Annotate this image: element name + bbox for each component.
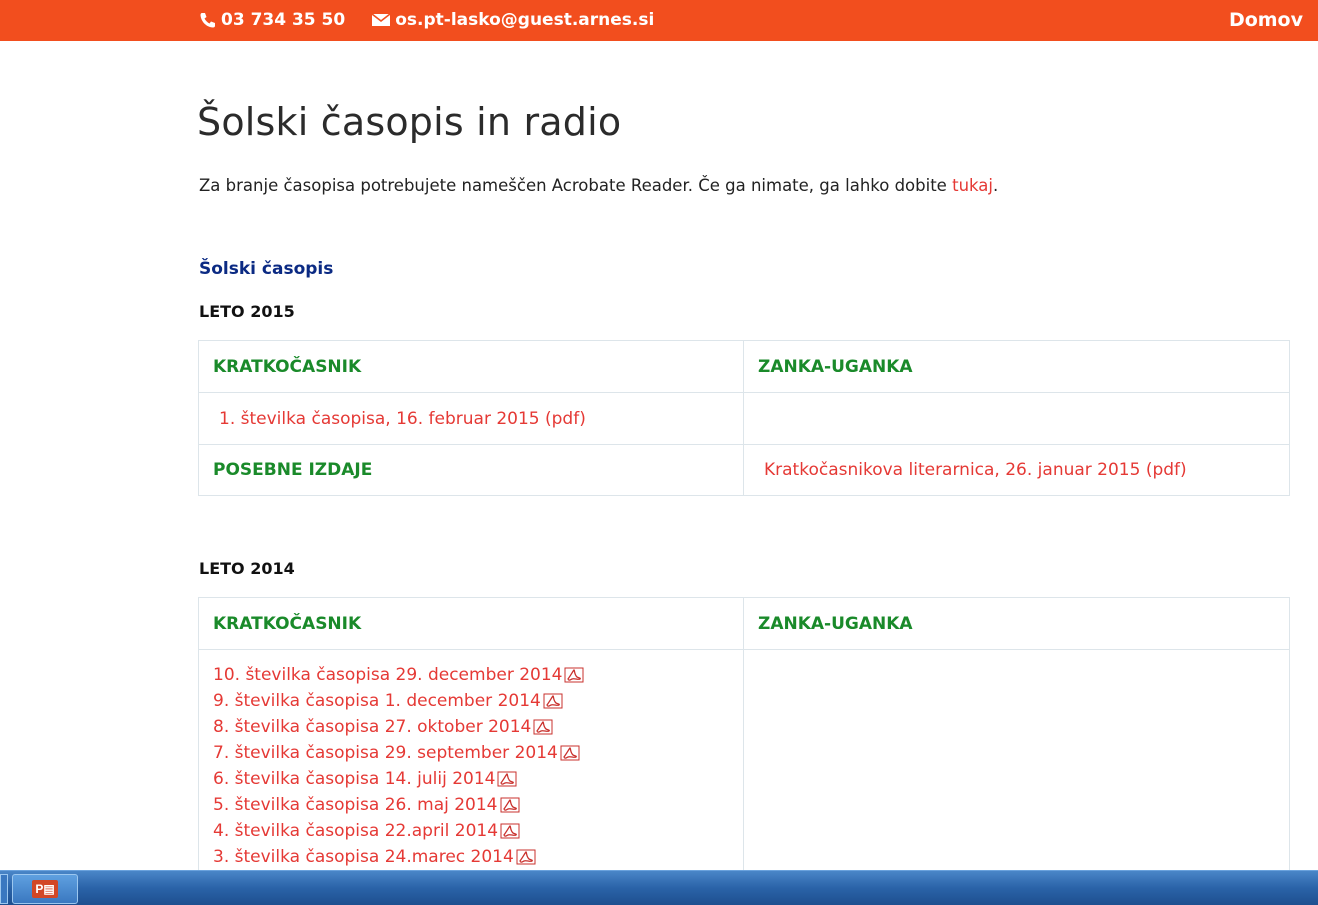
pdf-icon[interactable] [560, 745, 580, 761]
issue-link[interactable]: 5. številka časopisa 26. maj 2014 [213, 795, 498, 815]
issue-link[interactable]: 6. številka časopisa 14. julij 2014 [213, 769, 495, 789]
header-zanka-uganka: ZANKA-UGANKA [743, 597, 1290, 650]
issue-link[interactable]: 8. številka časopisa 27. oktober 2014 [213, 717, 531, 737]
nav-home-link[interactable]: Domov [1229, 9, 1303, 31]
header-posebne-izdaje: POSEBNE IZDAJE [198, 444, 744, 496]
page-title: Šolski časopis in radio [197, 100, 622, 144]
list-item: 6. številka časopisa 14. julij 2014 [213, 766, 729, 792]
year-2014-label: LETO 2014 [199, 559, 295, 578]
intro-paragraph: Za branje časopisa potrebujete nameščen … [199, 176, 998, 195]
powerpoint-icon: P ▤ [32, 880, 58, 898]
intro-text: Za branje časopisa potrebujete nameščen … [199, 176, 953, 195]
table-cell: Kratkočasnikova literarnica, 26. januar … [743, 444, 1290, 496]
pdf-icon[interactable] [543, 693, 563, 709]
table-row: KRATKOČASNIK ZANKA-UGANKA [198, 597, 1290, 650]
phone-number: 03 734 35 50 [221, 10, 346, 30]
issue-link[interactable]: 10. številka časopisa 29. december 2014 [213, 665, 562, 685]
issue-list-cell: 10. številka časopisa 29. december 2014 … [198, 649, 744, 890]
pdf-icon[interactable] [500, 797, 520, 813]
envelope-icon [371, 13, 391, 26]
powerpoint-task-button[interactable]: P ▤ [12, 874, 78, 904]
issue-link-2015-1[interactable]: 1. številka časopisa, 16. februar 2015 (… [219, 409, 586, 429]
section-title: Šolski časopis [199, 259, 334, 279]
table-cell: 1. številka časopisa, 16. februar 2015 (… [198, 392, 744, 445]
email-contact[interactable]: os.pt-lasko@guest.arnes.si [371, 10, 654, 30]
table-2014: KRATKOČASNIK ZANKA-UGANKA 10. številka č… [198, 597, 1290, 890]
issue-link[interactable]: 9. številka časopisa 1. december 2014 [213, 691, 541, 711]
intro-end: . [992, 176, 999, 195]
table-row: POSEBNE IZDAJE Kratkočasnikova literarni… [198, 444, 1290, 496]
top-bar: 03 734 35 50 os.pt-lasko@guest.arnes.si … [0, 0, 1318, 41]
email-address: os.pt-lasko@guest.arnes.si [395, 10, 655, 30]
os-taskbar: P ▤ [0, 870, 1318, 905]
table-row: 10. številka časopisa 29. december 2014 … [198, 649, 1290, 890]
pdf-icon[interactable] [497, 771, 517, 787]
table-row: KRATKOČASNIK ZANKA-UGANKA [198, 340, 1290, 393]
issue-link[interactable]: 4. številka časopisa 22.april 2014 [213, 821, 498, 841]
powerpoint-icon-label: P [35, 882, 44, 896]
issue-link[interactable]: 7. številka časopisa 29. september 2014 [213, 743, 558, 763]
phone-contact[interactable]: 03 734 35 50 [199, 10, 345, 30]
list-item: 7. številka časopisa 29. september 2014 [213, 740, 729, 766]
pdf-icon[interactable] [500, 823, 520, 839]
list-item: 3. številka časopisa 24.marec 2014 [213, 844, 729, 870]
pdf-icon[interactable] [533, 719, 553, 735]
list-item: 5. številka časopisa 26. maj 2014 [213, 792, 729, 818]
contact-info: 03 734 35 50 os.pt-lasko@guest.arnes.si [199, 10, 680, 30]
list-item: 4. številka časopisa 22.april 2014 [213, 818, 729, 844]
year-2015-label: LETO 2015 [199, 302, 295, 321]
special-issue-link[interactable]: Kratkočasnikova literarnica, 26. januar … [764, 460, 1187, 480]
header-kratkocasnik: KRATKOČASNIK [198, 597, 744, 650]
pdf-icon[interactable] [564, 667, 584, 683]
list-item: 8. številka časopisa 27. oktober 2014 [213, 714, 729, 740]
pdf-icon[interactable] [516, 849, 536, 865]
issue-link[interactable]: 3. številka časopisa 24.marec 2014 [213, 847, 514, 867]
acrobat-download-link[interactable]: tukaj [952, 176, 993, 195]
table-row: 1. številka časopisa, 16. februar 2015 (… [198, 392, 1290, 445]
table-cell-empty [743, 392, 1290, 445]
table-cell-empty [743, 649, 1290, 890]
list-item: 9. številka časopisa 1. december 2014 [213, 688, 729, 714]
phone-icon [200, 13, 215, 28]
header-kratkocasnik: KRATKOČASNIK [198, 340, 744, 393]
table-2015: KRATKOČASNIK ZANKA-UGANKA 1. številka ča… [198, 340, 1290, 496]
taskbar-edge [0, 874, 8, 904]
header-zanka-uganka: ZANKA-UGANKA [743, 340, 1290, 393]
list-item: 10. številka časopisa 29. december 2014 [213, 662, 729, 688]
